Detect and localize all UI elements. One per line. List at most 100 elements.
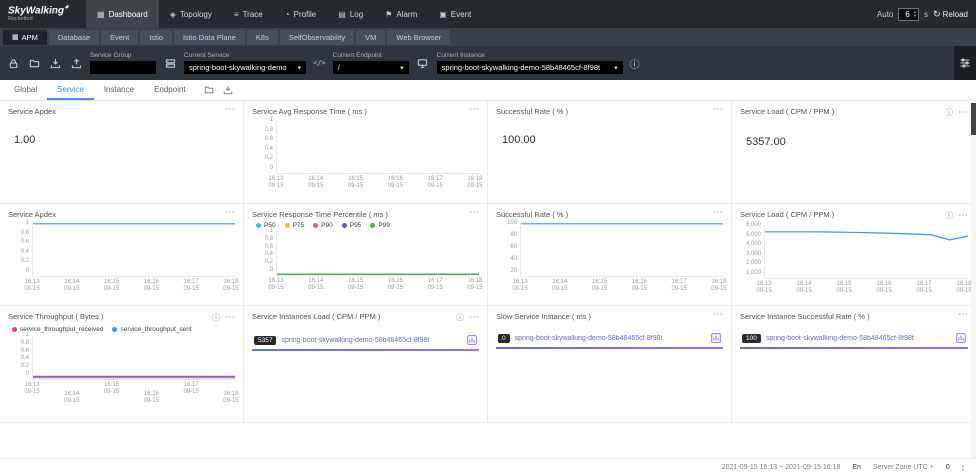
instance-row[interactable]: 0 spring-boot-skywalking-demo-58b48465cf-…: [496, 332, 723, 349]
current-service-select[interactable]: spring-boot-skywalking-demo ▾: [184, 61, 306, 74]
chart-canvas: 10.80.60.40.20: [8, 223, 235, 277]
folder-icon[interactable]: [27, 56, 41, 70]
x-axis-label: 16:1709-15: [179, 382, 203, 396]
tab-service[interactable]: Service: [47, 80, 94, 100]
template-tab-istio[interactable]: Istio: [140, 30, 172, 45]
zone-stepper-icon[interactable]: ▴▾: [962, 464, 964, 472]
inspect-chart-icon[interactable]: [956, 333, 966, 343]
nav-item-alarm[interactable]: ⚑Alarm: [374, 0, 428, 28]
template-tab-web-browser[interactable]: Web Browser: [387, 30, 450, 45]
current-instance-select[interactable]: spring-boot-skywalking-demo-58b48465cf-8…: [437, 61, 623, 74]
template-tab-k8s[interactable]: K8s: [247, 30, 278, 45]
scrollbar-track[interactable]: [971, 103, 976, 458]
template-tab-event[interactable]: Event: [101, 30, 138, 45]
panel-menu-button[interactable]: ⋯: [713, 210, 723, 216]
panel-header: Service Load ( CPM / PPM ) ⓘ ⋯: [740, 107, 968, 118]
info-icon[interactable]: ⓘ: [456, 312, 464, 323]
legend-dot: [112, 327, 117, 332]
panel-menu-button[interactable]: ⋯: [469, 107, 479, 113]
tab-instance[interactable]: Instance: [94, 80, 144, 100]
template-tab-vm[interactable]: VM: [356, 30, 385, 45]
info-icon[interactable]: ⓘ: [945, 107, 953, 118]
nav-item-dashboard[interactable]: ▦Dashboard: [86, 0, 159, 28]
y-axis-label: 80: [510, 232, 517, 238]
template-tab-database[interactable]: Database: [49, 30, 99, 45]
instance-monitor-icon: [416, 56, 430, 70]
nav-item-topology[interactable]: ◈Topology: [159, 0, 223, 28]
panel-header-icons: ⋯: [713, 107, 723, 113]
nav-item-label: Trace: [243, 10, 263, 19]
panel-menu-button[interactable]: ⋯: [713, 107, 723, 113]
panel-menu-button[interactable]: ⋯: [225, 210, 235, 216]
reload-icon: ↻: [933, 9, 941, 20]
panel-menu-button[interactable]: ⋯: [958, 110, 968, 116]
template-tab-istio-data-plane[interactable]: Istio Data Plane: [174, 30, 245, 45]
panel-header-icons: ⋯: [958, 312, 968, 318]
chart: 10.80.60.40.2016:1309-1516:1409-1516:150…: [8, 223, 235, 293]
panel-menu-button[interactable]: ⋯: [713, 312, 723, 318]
logo-subtext: Rocketbot: [8, 17, 86, 23]
legend-item-p75[interactable]: P75: [285, 222, 305, 229]
panel-menu-button[interactable]: ⋯: [225, 315, 235, 321]
plot-area: [32, 335, 235, 380]
chart: service_throughput_received service_throu…: [8, 326, 235, 396]
nav-item-profile[interactable]: ◔Profile: [274, 0, 328, 28]
auto-interval-input[interactable]: 6 ▴▾: [898, 8, 919, 21]
x-axis: 16:1309-1516:1409-1516:1509-1516:1609-15…: [764, 281, 968, 295]
panel-menu-button[interactable]: ⋯: [225, 107, 235, 113]
profile-icon: ◔: [285, 10, 290, 19]
plot-area: [520, 223, 723, 277]
legend-item-p95[interactable]: P95: [342, 222, 362, 229]
service-group-input[interactable]: [90, 61, 156, 74]
instance-link[interactable]: spring-boot-skywalking-demo-58b48465cf-8…: [515, 335, 706, 342]
inspect-chart-icon[interactable]: [467, 335, 477, 345]
instance-row[interactable]: 5357spring-boot-skywalking-demo-58b48465…: [252, 334, 479, 351]
scrollbar-thumb[interactable]: [971, 103, 976, 135]
stepper-arrows-icon[interactable]: ▴▾: [914, 10, 916, 18]
logo[interactable]: SkyWalking✶ Rocketbot: [8, 5, 86, 23]
export-icon[interactable]: [69, 56, 83, 70]
server-zone-value[interactable]: 0: [946, 464, 950, 471]
info-icon[interactable]: ⓘ: [212, 312, 220, 323]
template-tab-selfobservability[interactable]: SelfObservability: [280, 30, 354, 45]
nav-item-event[interactable]: ▣Event: [428, 0, 482, 28]
lock-icon[interactable]: [6, 56, 20, 70]
language-selector[interactable]: En: [852, 464, 861, 471]
template-tab-apm[interactable]: ▦APM: [3, 30, 47, 45]
download-icon[interactable]: [223, 85, 233, 95]
info-icon[interactable]: ⓘ: [630, 56, 640, 70]
legend-item-p99[interactable]: P99: [370, 222, 390, 229]
panel-title: Service Instances Load ( CPM / PPM ): [252, 312, 380, 321]
current-endpoint-select[interactable]: / ▾: [333, 61, 409, 74]
chart-canvas: 10.80.60.40.20: [8, 335, 235, 380]
instance-row[interactable]: 100spring-boot-skywalking-demo-58b48465c…: [740, 332, 968, 349]
legend-item-service-throughput-sent[interactable]: service_throughput_sent: [112, 326, 191, 333]
instance-link[interactable]: spring-boot-skywalking-demo-58b48465cf-8…: [281, 337, 462, 344]
settings-sliders-button[interactable]: [954, 46, 976, 80]
template-tab-label: SelfObservability: [289, 33, 345, 42]
x-axis: 16:1309-1516:1409-1516:1509-1516:1609-15…: [276, 278, 479, 292]
tab-endpoint[interactable]: Endpoint: [144, 80, 196, 100]
nav-item-trace[interactable]: ≡Trace: [223, 0, 274, 28]
instance-link[interactable]: spring-boot-skywalking-demo-58b48465cf-8…: [766, 335, 951, 342]
tab-global[interactable]: Global: [4, 80, 47, 100]
legend-label: service_throughput_received: [20, 326, 103, 333]
panel-title: Service Avg Response Time ( ms ): [252, 107, 367, 116]
nav-item-log[interactable]: ▤Log: [327, 0, 374, 28]
panel-menu-button[interactable]: ⋯: [958, 213, 968, 219]
reload-button[interactable]: ↻ Reload: [933, 9, 968, 20]
value-badge: 0: [498, 334, 510, 343]
download-icon[interactable]: [48, 56, 62, 70]
current-instance-field: Current Instance spring-boot-skywalking-…: [437, 52, 623, 74]
inspect-chart-icon[interactable]: [711, 333, 721, 343]
panel-header: Service Avg Response Time ( ms ) ⋯: [252, 107, 479, 116]
panel-menu-button[interactable]: ⋯: [958, 312, 968, 318]
x-axis-label: 16:1309-15: [508, 279, 532, 293]
time-range-picker[interactable]: 2021-09-15 16:13 ~ 2021-09-15 16:18: [722, 464, 841, 471]
legend-item-p90[interactable]: P90: [313, 222, 333, 229]
info-icon[interactable]: ⓘ: [945, 210, 953, 221]
panel-menu-button[interactable]: ⋯: [469, 210, 479, 216]
panel-title: Service Load ( CPM / PPM ): [740, 107, 834, 116]
panel-menu-button[interactable]: ⋯: [469, 315, 479, 321]
folder-icon[interactable]: [204, 85, 214, 95]
